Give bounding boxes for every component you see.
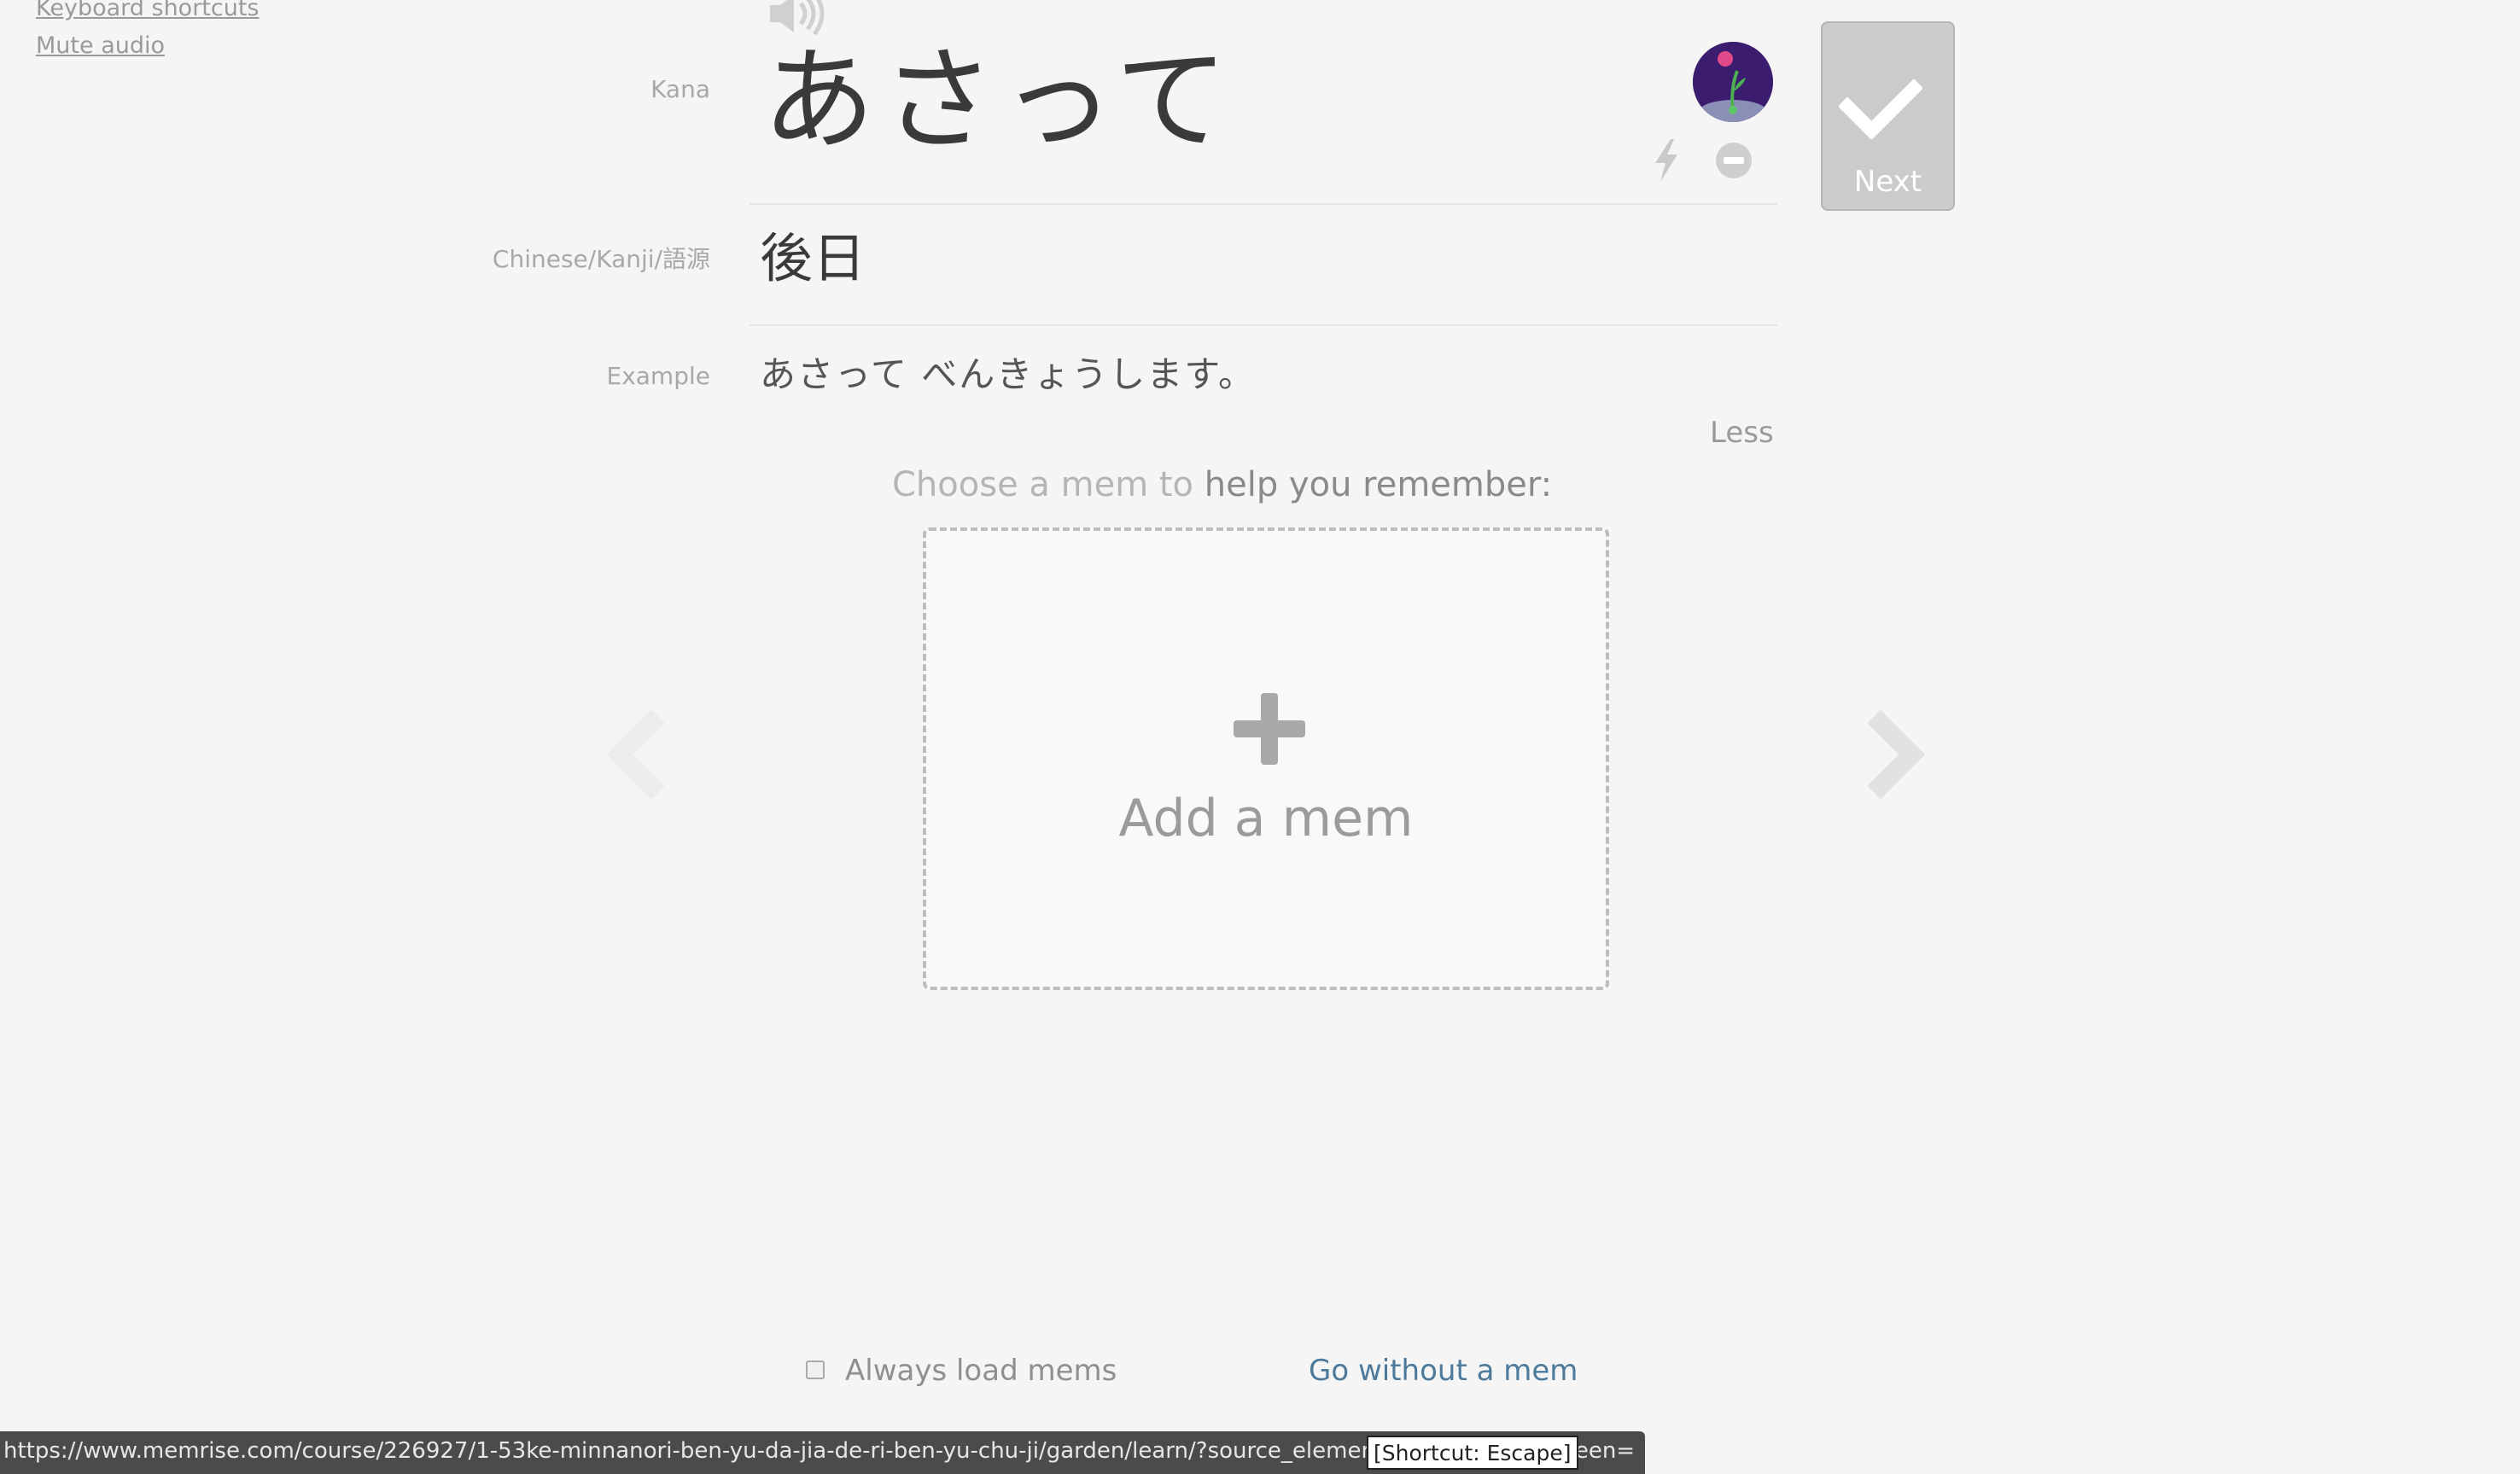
lightning-icon[interactable] [1652,139,1681,182]
mem-prompt-bold: help you remember: [1204,465,1553,504]
divider [750,324,1777,326]
mute-audio-link[interactable]: Mute audio [36,32,165,59]
go-without-mem-link[interactable]: Go without a mem [1309,1354,1578,1388]
add-mem-box[interactable]: Add a mem [923,527,1609,990]
always-load-checkbox[interactable] [806,1360,825,1379]
shortcut-tooltip: [Shortcut: Escape] [1367,1436,1578,1470]
mem-prompt-light: Choose a mem to [892,465,1194,504]
kanji-value: 後日 [760,227,866,289]
less-toggle[interactable]: Less [1710,416,1774,450]
checkmark-icon [1837,54,1924,141]
example-label: Example [606,362,710,390]
avatar[interactable] [1693,42,1773,122]
kana-value: あさって [762,35,1235,166]
speaker-icon[interactable] [770,0,830,38]
plant-avatar-icon [1693,42,1773,122]
kanji-label: Chinese/Kanji/語源 [492,245,710,273]
chevron-left-icon[interactable] [606,709,697,800]
plus-icon [1234,693,1305,765]
kana-label: Kana [650,75,710,103]
divider [750,203,1777,205]
always-load-label: Always load mems [845,1354,1117,1388]
add-mem-label: Add a mem [1118,789,1414,848]
next-button-label: Next [1853,165,1922,199]
example-value: あさって べんきょうします。 [760,353,1257,395]
minus-circle-icon[interactable] [1716,143,1752,178]
keyboard-shortcuts-link[interactable]: Keyboard shortcuts [36,0,260,21]
next-button[interactable]: Next [1821,21,1955,211]
mem-prompt: Choose a mem to help you remember: [892,465,1552,504]
chevron-right-icon[interactable] [1835,709,1926,800]
